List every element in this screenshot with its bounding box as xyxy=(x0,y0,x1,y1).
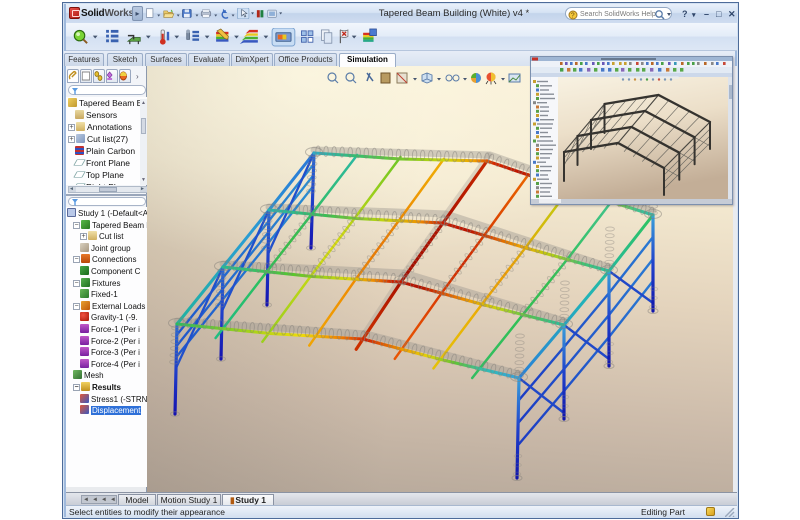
svg-text:?: ? xyxy=(571,12,575,19)
